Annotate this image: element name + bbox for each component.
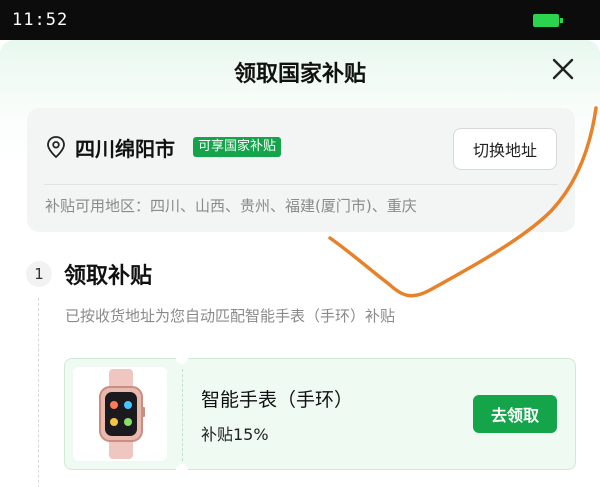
smartwatch-image: [73, 367, 167, 461]
card-separator: [182, 369, 183, 461]
card-notch-top: [176, 352, 188, 364]
switch-address-button[interactable]: 切换地址: [453, 128, 557, 170]
step-connector: [38, 298, 39, 487]
step-number: 1: [26, 261, 52, 287]
sheet-title: 领取国家补贴: [233, 62, 366, 87]
subsidy-tag: 可享国家补贴: [193, 137, 282, 157]
close-icon[interactable]: [548, 54, 578, 84]
status-bar: 11:52: [0, 0, 600, 40]
product-name: 智能手表（手环）: [201, 389, 354, 411]
status-time: 11:52: [12, 10, 69, 30]
product-card: 智能手表（手环） 补贴15% 去领取: [64, 352, 576, 476]
location-pin-icon: [45, 135, 67, 159]
available-regions: 补贴可用地区：四川、山西、贵州、福建(厦门市)、重庆: [45, 197, 417, 215]
battery-tip: [560, 18, 563, 23]
address-card: 四川绵阳市 可享国家补贴 切换地址 补贴可用地区：四川、山西、贵州、福建(厦门市…: [27, 108, 575, 232]
subsidy-rate: 补贴15%: [201, 425, 269, 444]
divider: [44, 184, 558, 185]
battery-icon: [533, 14, 559, 27]
claim-button[interactable]: 去领取: [473, 395, 557, 433]
card-notch-bottom: [176, 464, 188, 476]
step-title: 领取补贴: [64, 264, 153, 289]
current-city: 四川绵阳市: [75, 137, 175, 161]
subsidy-sheet: 领取国家补贴 四川绵阳市 可享国家补贴 切换地址 补贴可用地区：四川、山西、贵州…: [0, 40, 600, 487]
step-description: 已按收货地址为您自动匹配智能手表（手环）补贴: [65, 307, 396, 325]
